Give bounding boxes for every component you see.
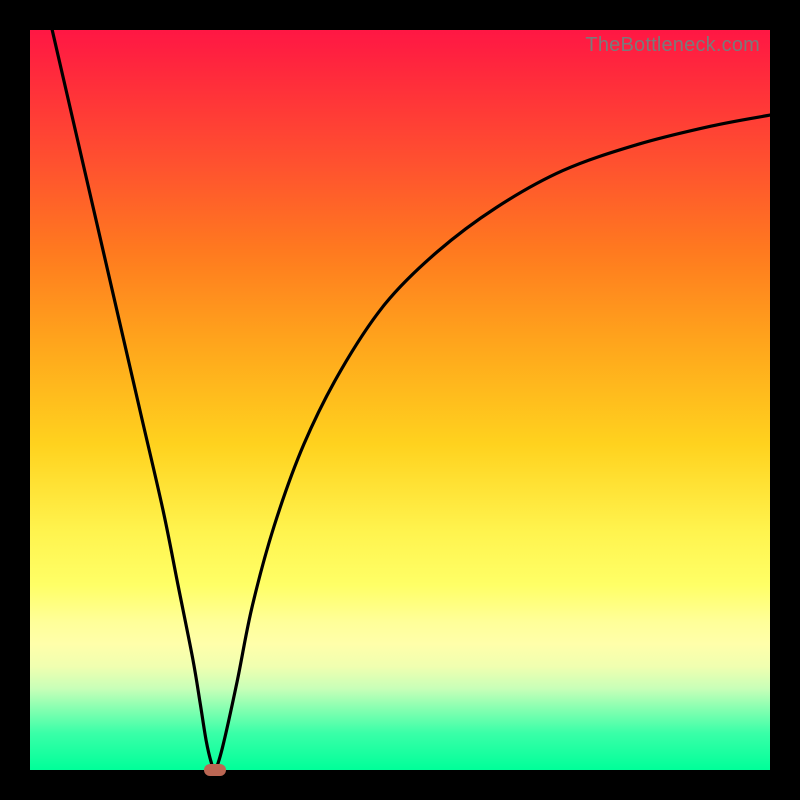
chart-plot-area: TheBottleneck.com <box>30 30 770 770</box>
chart-frame: TheBottleneck.com <box>0 0 800 800</box>
optimum-marker <box>204 764 226 776</box>
bottleneck-curve <box>30 30 770 770</box>
